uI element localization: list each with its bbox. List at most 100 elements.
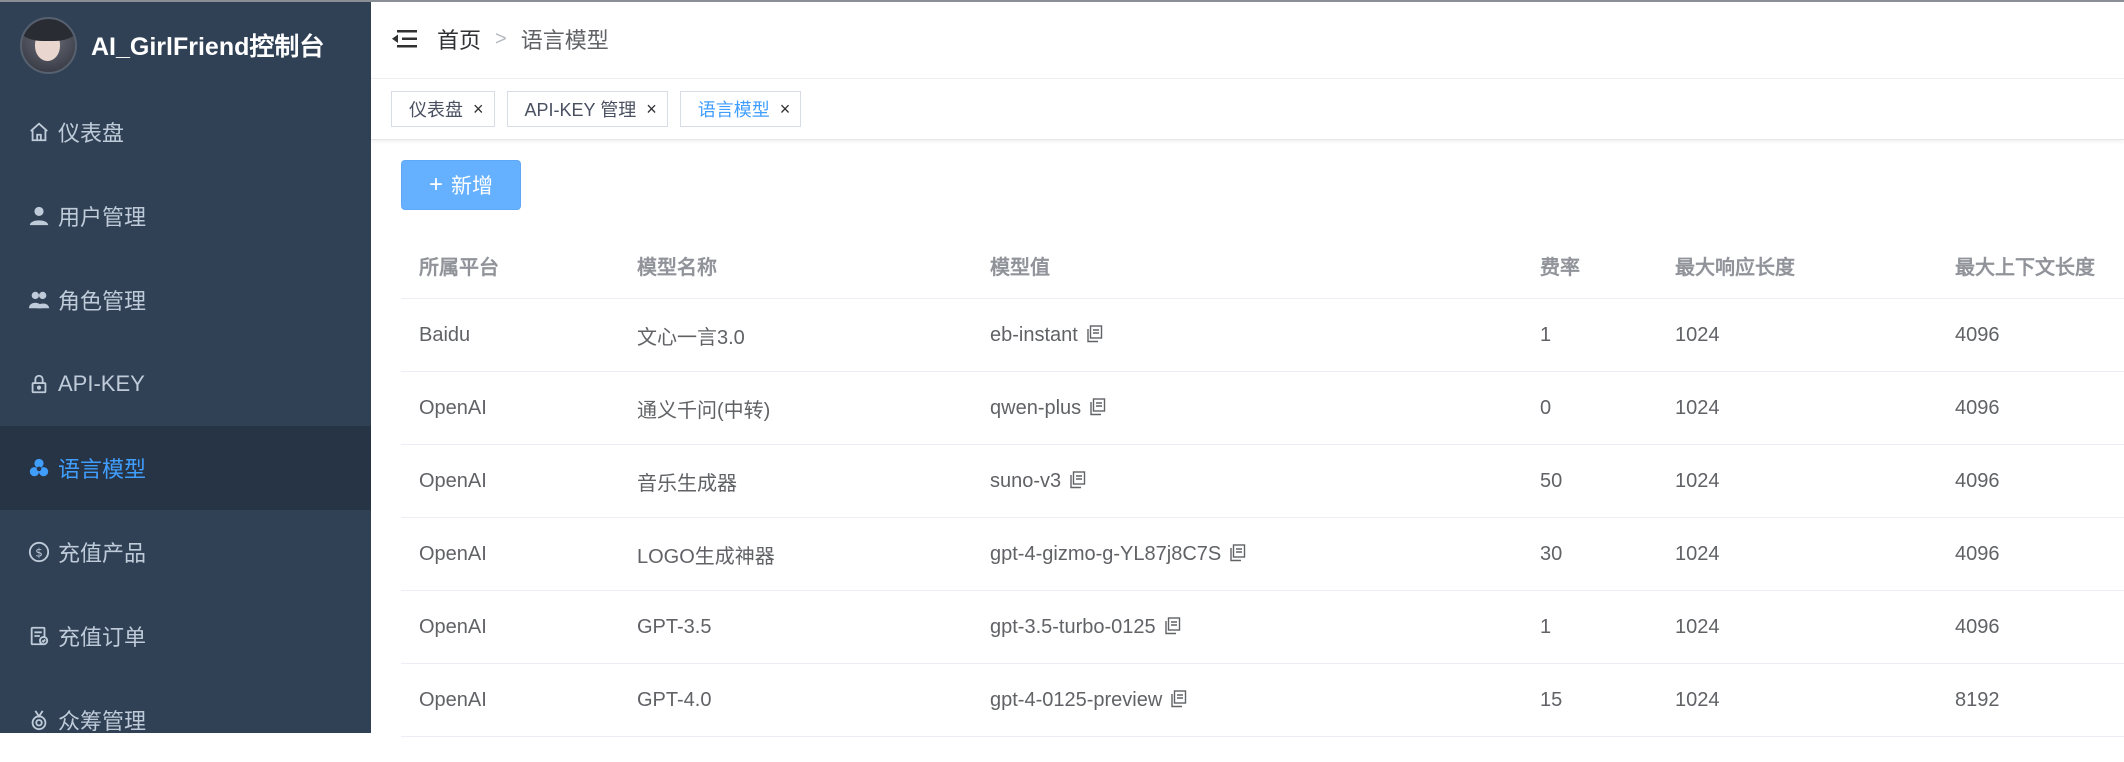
close-icon[interactable]: × xyxy=(646,99,657,120)
cell-model-name: 文心一言3.0 xyxy=(619,298,972,372)
hamburger-icon[interactable] xyxy=(391,27,417,51)
breadcrumb-home[interactable]: 首页 xyxy=(437,23,481,55)
sidebar-item-label: 充值订单 xyxy=(58,625,147,650)
close-icon[interactable]: × xyxy=(473,99,484,120)
table-row: OpenAI GPT-3.5 gpt-3.5-turbo-0125 1 1024… xyxy=(401,590,2124,664)
cell-platform: OpenAI xyxy=(401,371,619,445)
tag-label: API-KEY 管理 xyxy=(524,100,637,120)
cell-platform: Baidu xyxy=(401,298,619,372)
main-area: 首页 > 语言模型 仪表盘 × API-KEY 管理 × 语言模型 × + 新增 xyxy=(371,0,2124,737)
add-button-label: 新增 xyxy=(451,175,493,198)
column-header: 模型值 xyxy=(972,232,1522,299)
breadcrumb-separator: > xyxy=(495,27,507,50)
sidebar-item-recharge-orders[interactable]: 充值订单 xyxy=(0,594,371,678)
app-title: AI_GirlFriend控制台 xyxy=(91,33,325,61)
sidebar-item-roles[interactable]: 角色管理 xyxy=(0,258,371,342)
cell-max-context: 4096 xyxy=(1937,444,2124,518)
cell-model-value: eb-instant xyxy=(972,298,1522,372)
copy-icon[interactable] xyxy=(1069,470,1086,489)
column-header: 最大响应长度 xyxy=(1657,232,1937,299)
model-value-text: gpt-3.5-turbo-0125 xyxy=(990,615,1156,638)
brand[interactable]: AI_GirlFriend控制台 xyxy=(0,0,371,90)
cell-max-response: 1024 xyxy=(1657,663,1937,737)
copy-icon[interactable] xyxy=(1170,689,1187,708)
user-icon xyxy=(28,205,50,227)
tag-language-model[interactable]: 语言模型 × xyxy=(679,91,802,127)
copy-icon[interactable] xyxy=(1089,397,1106,416)
model-value-text: eb-instant xyxy=(990,323,1078,346)
dollar-icon: $ xyxy=(28,541,50,563)
cell-rate: 15 xyxy=(1522,663,1657,737)
model-value-text: qwen-plus xyxy=(990,396,1082,419)
sidebar-item-recharge-products[interactable]: $ 充值产品 xyxy=(0,510,371,594)
avatar xyxy=(20,16,77,74)
copy-icon[interactable] xyxy=(1164,616,1181,635)
sidebar-item-api-key[interactable]: API-KEY xyxy=(0,342,371,426)
breadcrumb-current: 语言模型 xyxy=(520,28,609,53)
cell-max-context: 4096 xyxy=(1937,371,2124,445)
content: + 新增 所属平台 模型名称 模型值 费率 最大响应长度 最大上下文长度 Bai… xyxy=(371,140,2124,737)
cell-model-value: qwen-plus xyxy=(972,371,1522,445)
tag-label: 语言模型 xyxy=(697,100,770,120)
sidebar-menu: 仪表盘 用户管理 角色管理 API-KEY 语言模型 $ 充值产品 充值订单 众… xyxy=(0,90,371,762)
breadcrumb: 首页 > 语言模型 xyxy=(437,23,609,55)
cell-model-value: gpt-4-gizmo-g-YL87j8C7S xyxy=(972,517,1522,591)
cell-rate: 1 xyxy=(1522,298,1657,372)
sidebar: AI_GirlFriend控制台 仪表盘 用户管理 角色管理 API-KEY 语… xyxy=(0,0,371,734)
model-value-text: gpt-4-gizmo-g-YL87j8C7S xyxy=(990,542,1222,565)
sidebar-item-dashboard[interactable]: 仪表盘 xyxy=(0,90,371,174)
table-header-row: 所属平台 模型名称 模型值 费率 最大响应长度 最大上下文长度 xyxy=(401,232,2124,299)
home-icon xyxy=(28,121,50,143)
close-icon[interactable]: × xyxy=(780,99,791,120)
table-row: OpenAI GPT-4.0 gpt-4-0125-preview 15 102… xyxy=(401,663,2124,737)
cell-model-name: 通义千问(中转) xyxy=(619,371,972,445)
sidebar-item-users[interactable]: 用户管理 xyxy=(0,174,371,258)
column-header: 模型名称 xyxy=(619,232,972,299)
cell-model-name: LOGO生成神器 xyxy=(619,517,972,591)
sidebar-item-crowdfunding[interactable]: 众筹管理 xyxy=(0,678,371,762)
navbar: 首页 > 语言模型 xyxy=(371,0,2124,79)
plus-icon: + xyxy=(428,171,443,198)
sidebar-item-label: 角色管理 xyxy=(58,289,147,314)
sidebar-item-label: 众筹管理 xyxy=(58,709,147,734)
tags-view: 仪表盘 × API-KEY 管理 × 语言模型 × xyxy=(371,79,2124,140)
cell-max-response: 1024 xyxy=(1657,444,1937,518)
add-button[interactable]: + 新增 xyxy=(401,160,521,210)
cell-platform: OpenAI xyxy=(401,444,619,518)
cell-max-response: 1024 xyxy=(1657,590,1937,664)
cell-rate: 50 xyxy=(1522,444,1657,518)
cell-max-context: 4096 xyxy=(1937,517,2124,591)
lock-icon xyxy=(28,373,50,395)
svg-text:$: $ xyxy=(35,546,43,560)
column-header: 费率 xyxy=(1522,232,1657,299)
sidebar-item-language-model[interactable]: 语言模型 xyxy=(0,426,371,510)
model-table: 所属平台 模型名称 模型值 费率 最大响应长度 最大上下文长度 Baidu 文心… xyxy=(401,232,2124,737)
column-header: 所属平台 xyxy=(401,232,619,299)
cell-model-name: 音乐生成器 xyxy=(619,444,972,518)
cell-max-response: 1024 xyxy=(1657,517,1937,591)
sidebar-item-label: 充值产品 xyxy=(58,541,147,566)
tag-api-key[interactable]: API-KEY 管理 × xyxy=(506,91,668,127)
cell-model-value: suno-v3 xyxy=(972,444,1522,518)
cell-model-name: GPT-3.5 xyxy=(619,590,972,664)
copy-icon[interactable] xyxy=(1086,324,1103,343)
cell-max-context: 4096 xyxy=(1937,590,2124,664)
model-value-text: suno-v3 xyxy=(990,469,1062,492)
cell-model-value: gpt-4-0125-preview xyxy=(972,663,1522,737)
cell-rate: 0 xyxy=(1522,371,1657,445)
window-top-border xyxy=(0,0,2124,2)
table-row: OpenAI 通义千问(中转) qwen-plus 0 1024 4096 xyxy=(401,371,2124,445)
sidebar-item-label: 用户管理 xyxy=(58,205,147,230)
cell-platform: OpenAI xyxy=(401,590,619,664)
cell-platform: OpenAI xyxy=(401,663,619,737)
cell-rate: 1 xyxy=(1522,590,1657,664)
sidebar-item-label: 语言模型 xyxy=(58,457,147,482)
copy-icon[interactable] xyxy=(1229,543,1246,562)
cell-max-context: 8192 xyxy=(1937,663,2124,737)
cell-max-response: 1024 xyxy=(1657,371,1937,445)
model-value-text: gpt-4-0125-preview xyxy=(990,688,1163,711)
cell-rate: 30 xyxy=(1522,517,1657,591)
tag-dashboard[interactable]: 仪表盘 × xyxy=(391,91,495,127)
tag-label: 仪表盘 xyxy=(409,100,463,120)
sidebar-item-label: 仪表盘 xyxy=(58,121,125,146)
